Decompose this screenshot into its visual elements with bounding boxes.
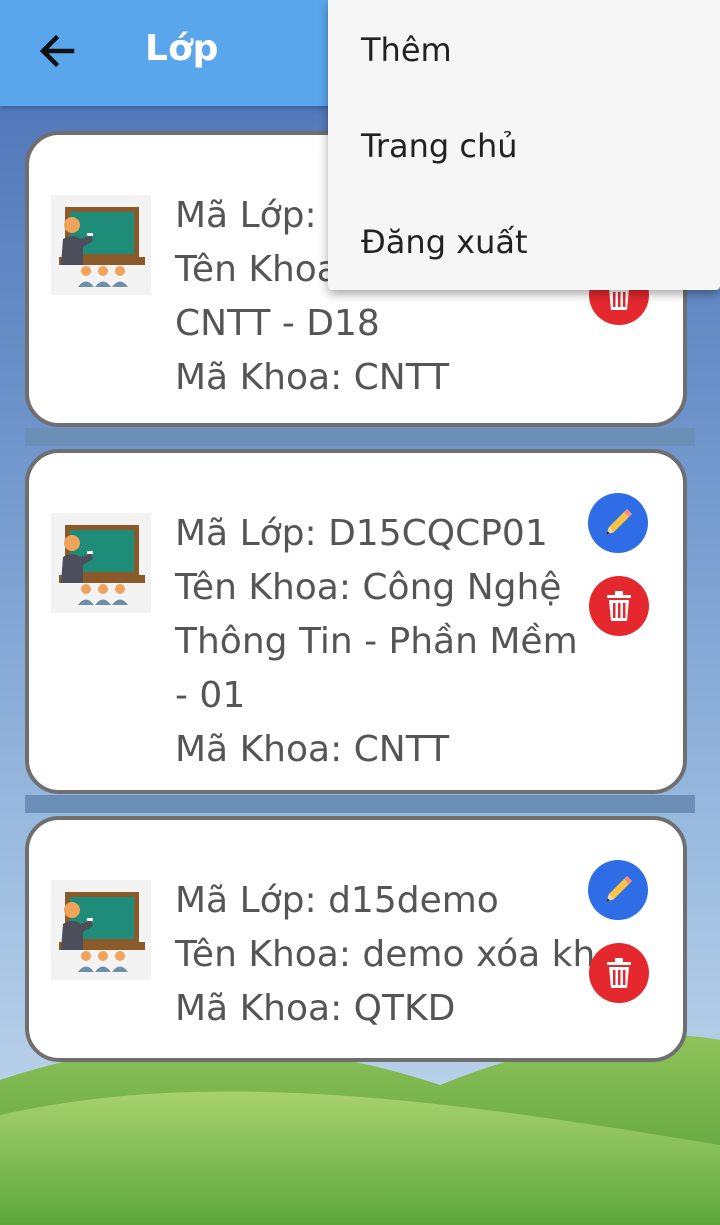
class-info: Mã Lớp: D15CQCP01 Tên Khoa: Công Nghệ Th… (175, 507, 605, 777)
pencil-icon (606, 876, 632, 902)
department-name: Tên Khoa: demo xóa kh (175, 934, 596, 975)
teacher-board-icon (51, 880, 151, 980)
teacher-board-icon (51, 513, 151, 613)
back-button[interactable] (30, 25, 82, 77)
pencil-icon (606, 509, 632, 535)
department-code: Mã Khoa: QTKD (175, 988, 456, 1029)
department-code: Mã Khoa: CNTT (175, 357, 450, 398)
edit-button[interactable] (588, 860, 648, 920)
trash-icon (607, 591, 631, 621)
class-code: Mã Lớp: d15demo (175, 880, 499, 921)
menu-item-add[interactable]: Thêm (361, 31, 452, 69)
teacher-board-icon (51, 195, 151, 295)
department-name: Tên Khoa: Công Nghệ (175, 567, 562, 608)
divider (25, 795, 695, 813)
edit-button[interactable] (588, 493, 648, 553)
menu-item-home[interactable]: Trang chủ (361, 127, 518, 165)
department-name-cont: Thông Tin - Phần Mềm (175, 621, 578, 662)
class-code: Mã Lớp: D15CQCP01 (175, 513, 548, 554)
department-code: Mã Khoa: CNTT (175, 729, 450, 770)
menu-item-logout[interactable]: Đăng xuất (361, 223, 528, 261)
class-card[interactable]: Mã Lớp: D15CQCP01 Tên Khoa: Công Nghệ Th… (25, 449, 687, 794)
trash-icon (607, 958, 631, 988)
arrow-left-icon (39, 34, 75, 68)
divider (25, 428, 695, 446)
delete-button[interactable] (589, 576, 649, 636)
class-card[interactable]: Mã Lớp: d15demo Tên Khoa: demo xóa kh Mã… (25, 816, 687, 1062)
department-name-cont: CNTT - D18 (175, 303, 380, 344)
class-info: Mã Lớp: d15demo Tên Khoa: demo xóa kh Mã… (175, 874, 605, 1036)
overflow-menu: Thêm Trang chủ Đăng xuất (328, 0, 720, 290)
delete-button[interactable] (589, 943, 649, 1003)
page-title: Lớp (145, 28, 219, 69)
department-name-cont: - 01 (175, 675, 246, 716)
